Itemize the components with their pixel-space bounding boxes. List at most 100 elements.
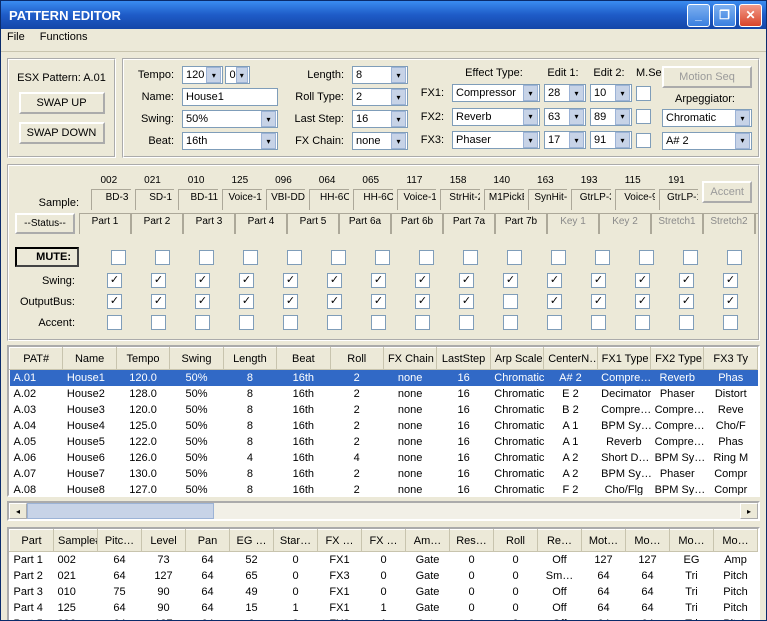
length-select[interactable]: 8▾ <box>352 66 408 84</box>
outputbus-check[interactable]: ✓ <box>415 294 430 309</box>
column-header[interactable]: FX1 Type <box>597 348 650 370</box>
accent-check[interactable] <box>723 315 738 330</box>
mute-check[interactable] <box>595 250 610 265</box>
fx3-edit2[interactable]: 91▾ <box>590 131 632 149</box>
column-header[interactable]: Pitc… <box>98 530 142 552</box>
fx3-type-select[interactable]: Phaser▾ <box>452 131 540 149</box>
column-header[interactable]: Tempo <box>116 348 169 370</box>
swing-check[interactable]: ✓ <box>503 273 518 288</box>
mute-check[interactable] <box>287 250 302 265</box>
beat-select[interactable]: 16th▾ <box>182 132 278 150</box>
sample-tab[interactable]: SD-1 <box>135 189 175 210</box>
arp-scale-select[interactable]: Chromatic▾ <box>662 109 752 127</box>
part-tab[interactable]: Stretch1 <box>651 213 703 234</box>
outputbus-check[interactable]: ✓ <box>327 294 342 309</box>
column-header[interactable]: Length <box>223 348 276 370</box>
fx2-type-select[interactable]: Reverb▾ <box>452 108 540 126</box>
outputbus-check[interactable] <box>503 294 518 309</box>
fx2-mseq-check[interactable] <box>636 109 651 124</box>
arp-center-select[interactable]: A# 2▾ <box>662 132 752 150</box>
outputbus-check[interactable]: ✓ <box>239 294 254 309</box>
swap-up-button[interactable]: SWAP UP <box>19 92 105 114</box>
mute-check[interactable] <box>683 250 698 265</box>
swing-check[interactable]: ✓ <box>239 273 254 288</box>
accent-check[interactable] <box>503 315 518 330</box>
menu-file[interactable]: File <box>7 31 25 43</box>
fx1-edit2[interactable]: 10▾ <box>590 84 632 102</box>
accent-check[interactable] <box>371 315 386 330</box>
accent-check[interactable] <box>151 315 166 330</box>
accent-check[interactable] <box>547 315 562 330</box>
column-header[interactable]: Am… <box>406 530 450 552</box>
arrow-left-icon[interactable]: ◂ <box>9 503 27 519</box>
part-tab[interactable]: Slice <box>755 213 760 234</box>
sample-tab[interactable]: BD-11 <box>178 189 218 210</box>
sample-tab[interactable]: SynHit-5 <box>528 189 568 210</box>
table-row[interactable]: Part 4125649064151FX11Gate00Off6464TriPi… <box>10 600 758 616</box>
outputbus-check[interactable]: ✓ <box>107 294 122 309</box>
accent-check[interactable] <box>459 315 474 330</box>
swing-check[interactable]: ✓ <box>547 273 562 288</box>
table-row[interactable]: A.07House7130.050%816th2none16ChromaticA… <box>10 466 758 482</box>
column-header[interactable]: LastStep <box>437 348 490 370</box>
motion-seq-button[interactable]: Motion Seq <box>662 66 752 88</box>
rolltype-select[interactable]: 2▾ <box>352 88 408 106</box>
column-header[interactable]: FX … <box>318 530 362 552</box>
swing-check[interactable]: ✓ <box>195 273 210 288</box>
swing-check[interactable]: ✓ <box>679 273 694 288</box>
column-header[interactable]: Re… <box>538 530 582 552</box>
column-header[interactable]: Name <box>63 348 116 370</box>
table-row[interactable]: A.04House4125.050%816th2none16ChromaticA… <box>10 418 758 434</box>
swap-down-button[interactable]: SWAP DOWN <box>19 122 105 144</box>
patterns-table[interactable]: PAT#NameTempoSwingLengthBeatRollFX Chain… <box>9 347 758 497</box>
accent-check[interactable] <box>107 315 122 330</box>
column-header[interactable]: Swing <box>170 348 223 370</box>
swing-check[interactable]: ✓ <box>415 273 430 288</box>
tempo-sub-select[interactable]: 0▾ <box>225 66 250 84</box>
close-button[interactable]: ✕ <box>739 4 762 27</box>
fx1-edit1[interactable]: 28▾ <box>544 84 586 102</box>
fx1-type-select[interactable]: Compressor▾ <box>452 84 540 102</box>
mute-check[interactable] <box>727 250 742 265</box>
part-tab[interactable]: Part 6b <box>391 213 443 234</box>
table-row[interactable]: A.03House3120.050%816th2none16ChromaticB… <box>10 402 758 418</box>
column-header[interactable]: Roll <box>494 530 538 552</box>
column-header[interactable]: Beat <box>277 348 330 370</box>
sample-tab[interactable]: Voice-11 <box>397 189 437 210</box>
column-header[interactable]: FX Chain <box>383 348 436 370</box>
mute-check[interactable] <box>639 250 654 265</box>
mute-label[interactable]: MUTE: <box>15 247 79 267</box>
outputbus-check[interactable]: ✓ <box>591 294 606 309</box>
part-tab[interactable]: Part 4 <box>235 213 287 234</box>
arrow-right-icon[interactable]: ▸ <box>740 503 758 519</box>
table-row[interactable]: A.06House6126.050%416th4none16ChromaticA… <box>10 450 758 466</box>
outputbus-check[interactable]: ✓ <box>283 294 298 309</box>
sample-tab[interactable]: StrHit-2 <box>440 189 480 210</box>
part-tab[interactable]: Key 2 <box>599 213 651 234</box>
fx2-edit2[interactable]: 89▾ <box>590 108 632 126</box>
maximize-button[interactable]: ❐ <box>713 4 736 27</box>
column-header[interactable]: Mo… <box>626 530 670 552</box>
mute-check[interactable] <box>331 250 346 265</box>
fxchain-select[interactable]: none▾ <box>352 132 408 150</box>
table-row[interactable]: A.05House5122.050%816th2none16ChromaticA… <box>10 434 758 450</box>
mute-check[interactable] <box>419 250 434 265</box>
column-header[interactable]: CenterN… <box>544 348 597 370</box>
swing-check[interactable]: ✓ <box>459 273 474 288</box>
column-header[interactable]: Arp Scale <box>490 348 543 370</box>
table-row[interactable]: Part 20216412764650FX30Gate00Sm…6464TriP… <box>10 568 758 584</box>
fx3-edit1[interactable]: 17▾ <box>544 131 586 149</box>
column-header[interactable]: PAT# <box>10 348 63 370</box>
table-row[interactable]: A.01House1120.050%816th2none16ChromaticA… <box>10 370 758 387</box>
laststep-select[interactable]: 16▾ <box>352 110 408 128</box>
column-header[interactable]: FX2 Type <box>651 348 704 370</box>
outputbus-check[interactable]: ✓ <box>459 294 474 309</box>
swing-check[interactable]: ✓ <box>327 273 342 288</box>
table-row[interactable]: Part 1002647364520FX10Gate00Off127127EGA… <box>10 552 758 569</box>
outputbus-check[interactable]: ✓ <box>195 294 210 309</box>
mute-check[interactable] <box>155 250 170 265</box>
column-header[interactable]: Pan <box>186 530 230 552</box>
column-header[interactable]: Mo… <box>670 530 714 552</box>
part-tab[interactable]: Part 6a <box>339 213 391 234</box>
sample-tab[interactable]: GtrLP-1 <box>659 189 699 210</box>
